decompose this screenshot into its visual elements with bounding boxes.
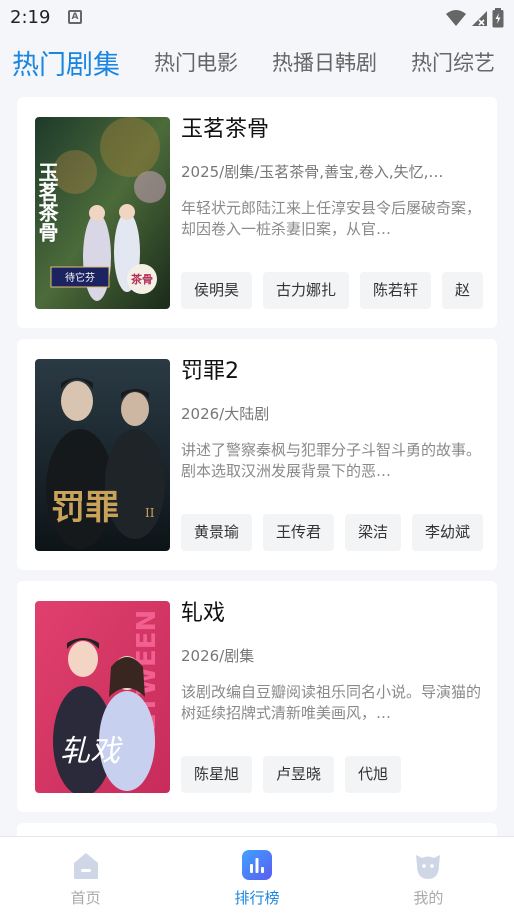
poster-title: 罚罪	[51, 488, 119, 528]
nav-mine[interactable]: 我的	[343, 837, 514, 913]
drama-meta: 2025/剧集/玉茗茶骨,善宝,卷入,失忆,…	[181, 163, 444, 181]
category-tabs: 热门剧集 热门电影 热播日韩剧 热门综艺	[0, 38, 514, 86]
drama-meta: 2026/剧集	[181, 647, 255, 665]
drama-card[interactable]: 玉茗茶骨 待它芬 茶骨 玉茗茶骨 2025/剧集/玉茗茶骨,善宝,卷入,失忆,……	[17, 97, 497, 328]
poster-suffix: II	[145, 506, 155, 520]
cast-tag[interactable]: 李幼斌	[412, 514, 484, 551]
poster-image[interactable]: 罚罪 II	[35, 359, 170, 551]
battery-icon	[492, 8, 504, 28]
drama-description: 讲述了警察秦枫与犯罪分子斗智斗勇的故事。剧本选取汉洲发展背景下的恶…	[181, 441, 481, 480]
poster-image[interactable]: 玉茗茶骨 待它芬 茶骨	[35, 117, 170, 309]
drama-card[interactable]: BETWEEN 轧戏 轧戏 2026/剧集 该剧改编自豆瓣阅读祖乐同名小说。导演…	[17, 581, 497, 812]
drama-card[interactable]: 罚罪 II 罚罪2 2026/大陆剧 讲述了警察秦枫与犯罪分子斗智斗勇的故事。剧…	[17, 339, 497, 570]
home-icon	[73, 853, 98, 879]
poster-title: 轧戏	[60, 734, 123, 769]
drama-description: 年轻状元郎陆江来上任淳安县令后屡破奇案，却因卷入一桩杀妻旧案，从官…	[181, 199, 481, 238]
cast-tag[interactable]: 黄景瑜	[181, 514, 253, 551]
status-icons	[446, 8, 504, 28]
profile-icon	[416, 855, 441, 879]
notification-icon: A	[68, 10, 82, 24]
nav-ranking[interactable]: 排行榜	[171, 837, 342, 913]
drama-meta: 2026/大陆剧	[181, 405, 270, 423]
drama-title: 罚罪2	[181, 359, 239, 384]
nav-home[interactable]: 首页	[0, 837, 171, 913]
drama-title: 玉茗茶骨	[181, 117, 270, 142]
drama-list: 玉茗茶骨 待它芬 茶骨 玉茗茶骨 2025/剧集/玉茗茶骨,善宝,卷入,失忆,……	[17, 97, 497, 843]
nav-ranking-label: 排行榜	[234, 889, 280, 907]
status-time: 2:19	[10, 7, 51, 28]
cast-tag[interactable]: 侯明昊	[181, 272, 253, 309]
drama-description: 该剧改编自豆瓣阅读祖乐同名小说。导演猫的树延续招牌式清新唯美画风，…	[181, 683, 481, 722]
tab-hot-series[interactable]: 热门剧集	[12, 43, 120, 82]
cast-tag[interactable]: 代旭	[345, 756, 402, 793]
cast-tag[interactable]: 梁洁	[345, 514, 402, 551]
cast-tag[interactable]: 古力娜扎	[263, 272, 350, 309]
tab-hot-movies[interactable]: 热门电影	[154, 47, 238, 77]
poster-title: 玉茗茶骨	[35, 162, 59, 243]
cast-tags: 黄景瑜 王传君 梁洁 李幼斌	[181, 514, 497, 551]
bottom-nav: 首页 排行榜 我的	[0, 836, 514, 913]
poster-logo: 茶骨	[130, 272, 153, 286]
poster-image[interactable]: BETWEEN 轧戏	[35, 601, 170, 793]
ranking-icon	[241, 850, 272, 880]
poster-badge: 待它芬	[65, 271, 95, 284]
cast-tags: 侯明昊 古力娜扎 陈若轩 赵	[181, 272, 497, 309]
nav-home-label: 首页	[70, 889, 101, 907]
tab-variety[interactable]: 热门综艺	[411, 47, 495, 77]
status-bar: 2:19 A	[0, 0, 514, 36]
cast-tag[interactable]: 王传君	[263, 514, 335, 551]
cast-tag[interactable]: 赵	[442, 272, 484, 309]
nav-mine-label: 我的	[413, 889, 444, 907]
wifi-icon	[446, 10, 466, 26]
cast-tag[interactable]: 卢昱晓	[263, 756, 335, 793]
tab-jp-kr-series[interactable]: 热播日韩剧	[272, 47, 377, 77]
cast-tag[interactable]: 陈若轩	[360, 272, 432, 309]
cast-tags: 陈星旭 卢昱晓 代旭	[181, 756, 497, 793]
cast-tag[interactable]: 陈星旭	[181, 756, 253, 793]
signal-icon	[472, 11, 487, 26]
drama-title: 轧戏	[181, 601, 226, 626]
